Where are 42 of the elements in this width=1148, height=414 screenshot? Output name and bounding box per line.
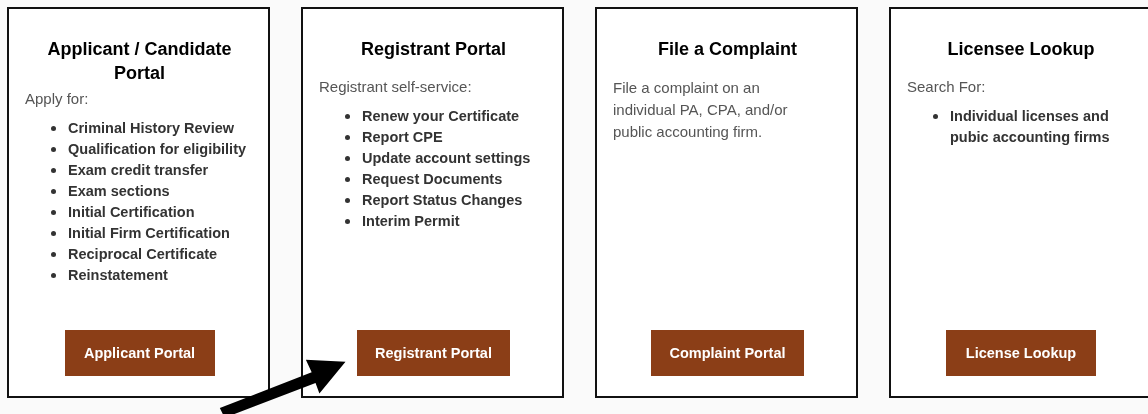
list-item: Update account settings: [362, 149, 531, 168]
list-item: Renew your Certificate: [362, 107, 520, 126]
list-item: Initial Firm Certification: [68, 224, 230, 243]
list-item: Individual licenses and pubic accounting firms: [950, 107, 1111, 147]
bullet-icon: [345, 198, 350, 203]
bullet-icon: [933, 114, 938, 119]
card-intro: Search For:: [907, 77, 986, 97]
bullet-icon: [345, 177, 350, 182]
list-item: Reciprocal Certificate: [68, 245, 218, 264]
bullet-icon: [51, 273, 56, 278]
card-title: Applicant / Candidate Portal: [46, 38, 233, 85]
list-item: Criminal History Review: [68, 119, 234, 138]
bullet-icon: [51, 189, 56, 194]
card-description: File a complaint on an individual PA, CPA, and/or public accounting firm.: [613, 78, 789, 142]
bullet-icon: [51, 210, 56, 215]
card-intro: Apply for:: [25, 89, 89, 109]
list-item: Exam sections: [68, 182, 170, 201]
bullet-icon: [51, 252, 56, 257]
list-item: Report CPE: [362, 128, 443, 147]
list-item: Interim Permit: [362, 212, 460, 231]
card-title: Registrant Portal: [361, 38, 506, 61]
portal-button[interactable]: Applicant Portal: [64, 330, 215, 376]
list-item: Request Documents: [362, 170, 503, 189]
bullet-icon: [51, 231, 56, 236]
bullet-icon: [51, 168, 56, 173]
card-title: Licensee Lookup: [947, 38, 1095, 61]
list-item: Qualification for eligibility: [68, 140, 247, 159]
bullet-icon: [345, 114, 350, 119]
bullet-icon: [345, 156, 350, 161]
list-item: Initial Certification: [68, 203, 195, 222]
card-title: File a Complaint: [658, 38, 797, 61]
portal-button[interactable]: Registrant Portal: [357, 330, 510, 376]
card-intro: Registrant self-service:: [319, 77, 472, 97]
bullet-icon: [51, 126, 56, 131]
portal-button[interactable]: License Lookup: [946, 330, 1096, 376]
bullet-icon: [345, 219, 350, 224]
bullet-icon: [345, 135, 350, 140]
portal-button[interactable]: Complaint Portal: [651, 330, 804, 376]
list-item: Report Status Changes: [362, 191, 523, 210]
bullet-icon: [51, 147, 56, 152]
list-item: Reinstatement: [68, 266, 168, 285]
list-item: Exam credit transfer: [68, 161, 209, 180]
